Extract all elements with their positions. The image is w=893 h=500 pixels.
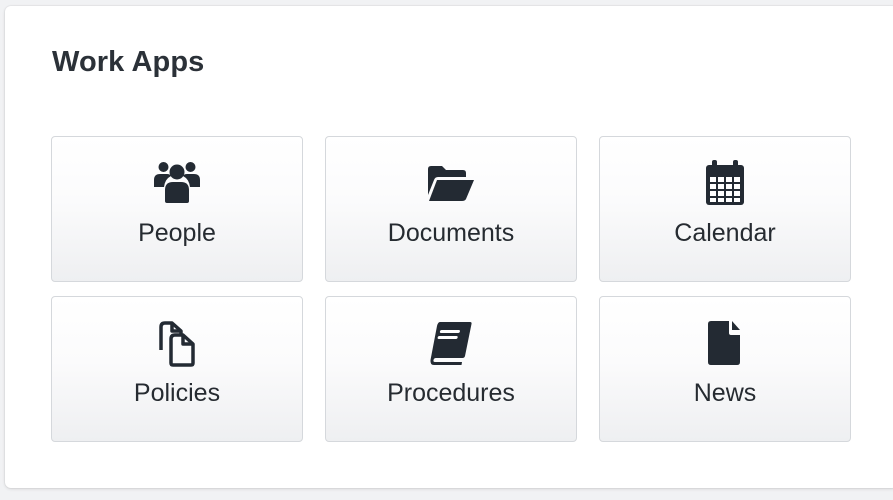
app-tile-calendar[interactable]: Calendar xyxy=(599,136,851,282)
app-tile-procedures[interactable]: Procedures xyxy=(325,296,577,442)
book-icon xyxy=(425,317,477,369)
calendar-icon xyxy=(699,157,751,209)
app-label: Documents xyxy=(387,219,515,247)
work-apps-card: Work Apps People Documents Calendar Poli… xyxy=(5,6,893,488)
copy-files-icon xyxy=(151,317,203,369)
users-icon xyxy=(151,157,203,209)
app-tile-policies[interactable]: Policies xyxy=(51,296,303,442)
app-label: Policies xyxy=(133,379,221,407)
app-label: Calendar xyxy=(674,219,776,247)
file-icon xyxy=(699,317,751,369)
app-label: People xyxy=(138,219,216,247)
app-label: News xyxy=(693,379,757,407)
app-tile-people[interactable]: People xyxy=(51,136,303,282)
folder-open-icon xyxy=(425,157,477,209)
app-label: Procedures xyxy=(387,379,515,407)
app-tile-documents[interactable]: Documents xyxy=(325,136,577,282)
app-tile-news[interactable]: News xyxy=(599,296,851,442)
app-grid: People Documents Calendar Policies Proce… xyxy=(51,136,851,442)
card-title: Work Apps xyxy=(52,46,205,78)
